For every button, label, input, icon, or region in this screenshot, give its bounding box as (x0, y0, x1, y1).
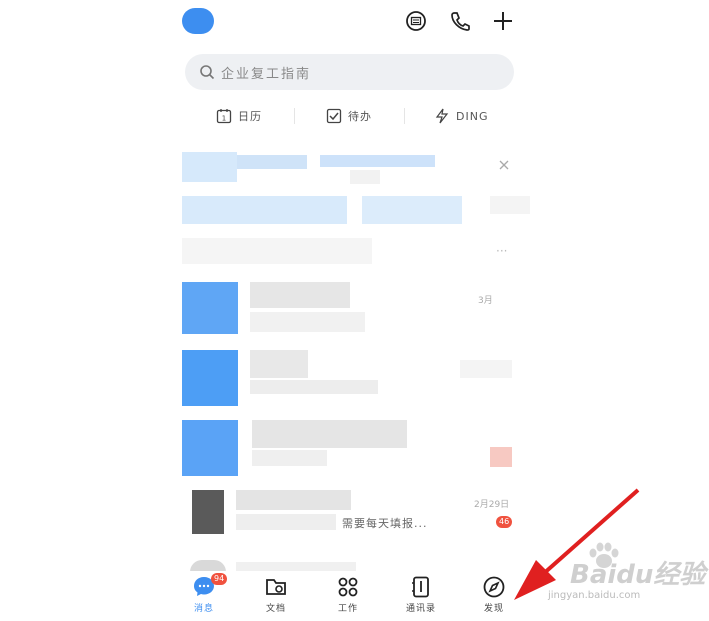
chat-avatar[interactable] (192, 490, 224, 534)
document-icon (264, 575, 288, 599)
quick-action-label: DING (456, 109, 489, 123)
blurred-banner (320, 155, 435, 167)
quick-action-todo[interactable]: 待办 (326, 104, 372, 128)
tab-documents[interactable]: 文档 (244, 575, 308, 614)
chat-name (250, 350, 308, 378)
unread-badge (490, 447, 512, 467)
grid-icon (336, 575, 360, 599)
divider (404, 108, 405, 124)
tab-bar: 消息 94 文档 工作 通讯录 发现 (170, 571, 530, 621)
phone-screen: 企业复工指南 1 日历 待办 DING ··· 3月 需要每天填报... 2月2… (170, 0, 530, 621)
quick-action-label: 待办 (348, 110, 372, 123)
tab-label: 文档 (265, 604, 286, 614)
chat-time: 3月 (478, 296, 493, 306)
divider (294, 108, 295, 124)
chat-time (460, 360, 512, 378)
quick-action-ding[interactable]: DING (434, 104, 488, 128)
chat-avatar[interactable] (182, 420, 238, 476)
chat-avatar[interactable] (182, 350, 238, 406)
search-placeholder: 企业复工指南 (221, 66, 312, 82)
tab-label: 通讯录 (405, 604, 436, 614)
plus-icon[interactable] (490, 8, 516, 34)
chat-name (250, 282, 350, 308)
blurred-banner (362, 196, 462, 224)
checkbox-icon (326, 108, 342, 124)
chat-name (252, 420, 407, 448)
watermark-brand: Baidu经验 (570, 560, 706, 590)
quick-action-label: 日历 (238, 110, 262, 123)
chat-preview (250, 380, 378, 394)
quick-action-calendar[interactable]: 1 日历 (216, 104, 262, 128)
baidu-watermark: Baidu经验 jingyan.baidu.com (540, 540, 709, 610)
chat-preview: 需要每天填报... (342, 517, 428, 530)
tab-label: 消息 (193, 604, 214, 614)
blurred-banner (182, 196, 347, 224)
tab-badge: 94 (211, 573, 228, 585)
chat-avatar[interactable] (182, 282, 238, 334)
blurred-banner (237, 155, 307, 169)
more-dots-icon[interactable]: ··· (496, 244, 507, 258)
svg-text:1: 1 (222, 115, 226, 123)
close-icon[interactable] (498, 156, 510, 175)
calendar-icon: 1 (216, 108, 232, 124)
chat-preview (250, 312, 365, 332)
contacts-icon (409, 575, 433, 599)
tab-label: 工作 (337, 604, 358, 614)
tab-messages[interactable]: 消息 94 (172, 573, 236, 614)
chat-preview (252, 450, 327, 466)
search-bar[interactable]: 企业复工指南 (185, 54, 514, 90)
chat-bubble-icon[interactable] (403, 8, 429, 34)
lightning-icon (434, 108, 450, 124)
tab-contacts[interactable]: 通讯录 (389, 575, 453, 614)
blurred-banner (350, 170, 380, 184)
chat-name (236, 490, 351, 510)
blurred-banner (490, 196, 530, 214)
blurred-banner (182, 152, 237, 182)
search-icon (199, 64, 215, 80)
blurred-section-header (182, 238, 372, 264)
chat-preview-blur (236, 514, 336, 530)
phone-icon[interactable] (447, 8, 473, 34)
tab-work[interactable]: 工作 (316, 575, 380, 614)
user-avatar[interactable] (182, 8, 214, 34)
watermark-url: jingyan.baidu.com (548, 590, 641, 601)
